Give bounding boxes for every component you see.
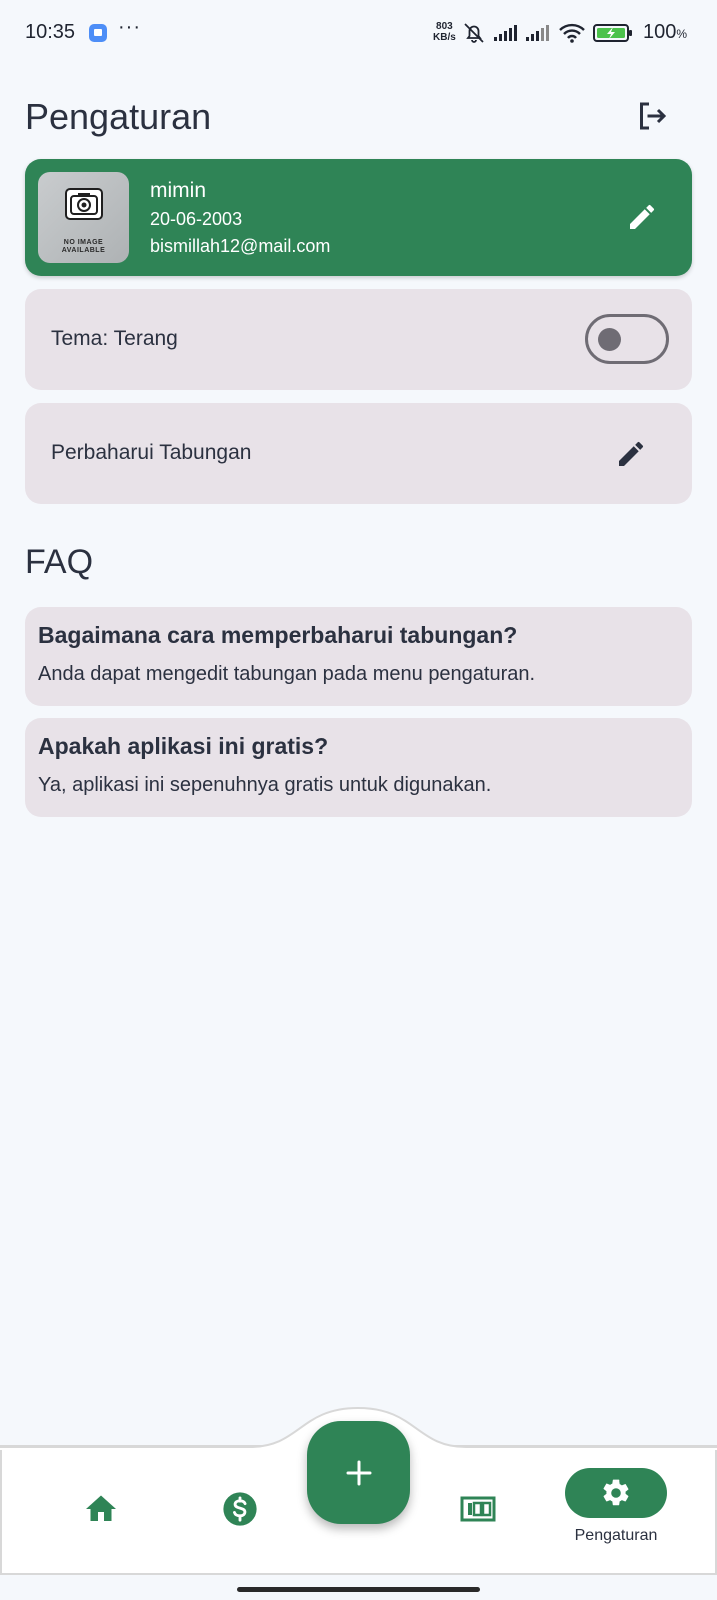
plus-icon (346, 1460, 371, 1485)
camera-icon (65, 188, 103, 220)
faq-question: Apakah aplikasi ini gratis? (38, 733, 329, 759)
add-button[interactable] (307, 1421, 410, 1524)
pencil-icon (630, 204, 655, 229)
signal-icon-2 (526, 25, 549, 41)
network-speed: 803 KB/s (433, 21, 456, 43)
profile-birth-date: 20-06-2003 (150, 209, 243, 229)
battery-percent: 100% (643, 21, 687, 44)
update-savings-label: Perbaharui Tabungan (51, 441, 252, 464)
dollar-icon (223, 1492, 257, 1526)
network-speed-unit: KB/s (433, 32, 456, 43)
nav-settings[interactable] (565, 1468, 667, 1518)
theme-setting-row: Tema: Terang (25, 289, 692, 390)
status-icons (462, 20, 634, 46)
faq-title: FAQ (25, 543, 94, 581)
theme-toggle[interactable] (585, 314, 669, 364)
logout-icon (640, 102, 667, 130)
status-time: 10:35 (25, 21, 76, 43)
logout-button[interactable] (632, 96, 672, 136)
wifi-icon (559, 23, 585, 43)
home-icon (86, 1495, 116, 1521)
notification-app-icon (89, 24, 107, 42)
avatar: NO IMAGE AVAILABLE (38, 172, 129, 263)
nav-home[interactable] (80, 1488, 122, 1530)
battery-percent-unit: % (676, 27, 688, 41)
more-notifications-icon: ··· (118, 16, 141, 38)
toggle-knob (598, 328, 621, 351)
gear-icon (603, 1479, 629, 1506)
faq-answer: Anda dapat mengedit tabungan pada menu p… (38, 663, 536, 685)
nav-settings-label: Pengaturan (574, 1527, 658, 1544)
page-title: Pengaturan (25, 96, 212, 137)
avatar-text-line2: AVAILABLE (61, 247, 106, 254)
status-bar: 10:35 ··· 803 KB/s 100% (0, 0, 717, 64)
battery-percent-value: 100 (643, 21, 677, 43)
pencil-icon (619, 441, 644, 466)
network-speed-value: 803 (436, 21, 453, 32)
edit-savings-button[interactable] (611, 434, 651, 474)
profile-email: bismillah12@mail.com (150, 236, 331, 256)
faq-item[interactable]: Apakah aplikasi ini gratis? Ya, aplikasi… (25, 718, 692, 817)
bell-off-icon (464, 23, 484, 43)
profile-card: NO IMAGE AVAILABLE mimin 20-06-2003 bism… (25, 159, 692, 276)
signal-icon (494, 25, 517, 41)
money-bill-icon (460, 1496, 496, 1522)
profile-name: mimin (150, 179, 206, 202)
avatar-text-line1: NO IMAGE (63, 239, 104, 246)
theme-label: Tema: Terang (51, 327, 178, 350)
avatar-placeholder-text: NO IMAGE AVAILABLE (38, 239, 129, 255)
nav-transactions[interactable] (219, 1488, 261, 1530)
faq-question: Bagaimana cara memperbaharui tabungan? (38, 622, 518, 648)
nav-savings[interactable] (456, 1488, 500, 1530)
home-indicator[interactable] (237, 1587, 480, 1592)
edit-profile-button[interactable] (622, 197, 662, 237)
faq-answer: Ya, aplikasi ini sepenuhnya gratis untuk… (38, 774, 492, 796)
update-savings-row[interactable]: Perbaharui Tabungan (25, 403, 692, 504)
battery-charging-icon (593, 24, 632, 42)
faq-item[interactable]: Bagaimana cara memperbaharui tabungan? A… (25, 607, 692, 706)
